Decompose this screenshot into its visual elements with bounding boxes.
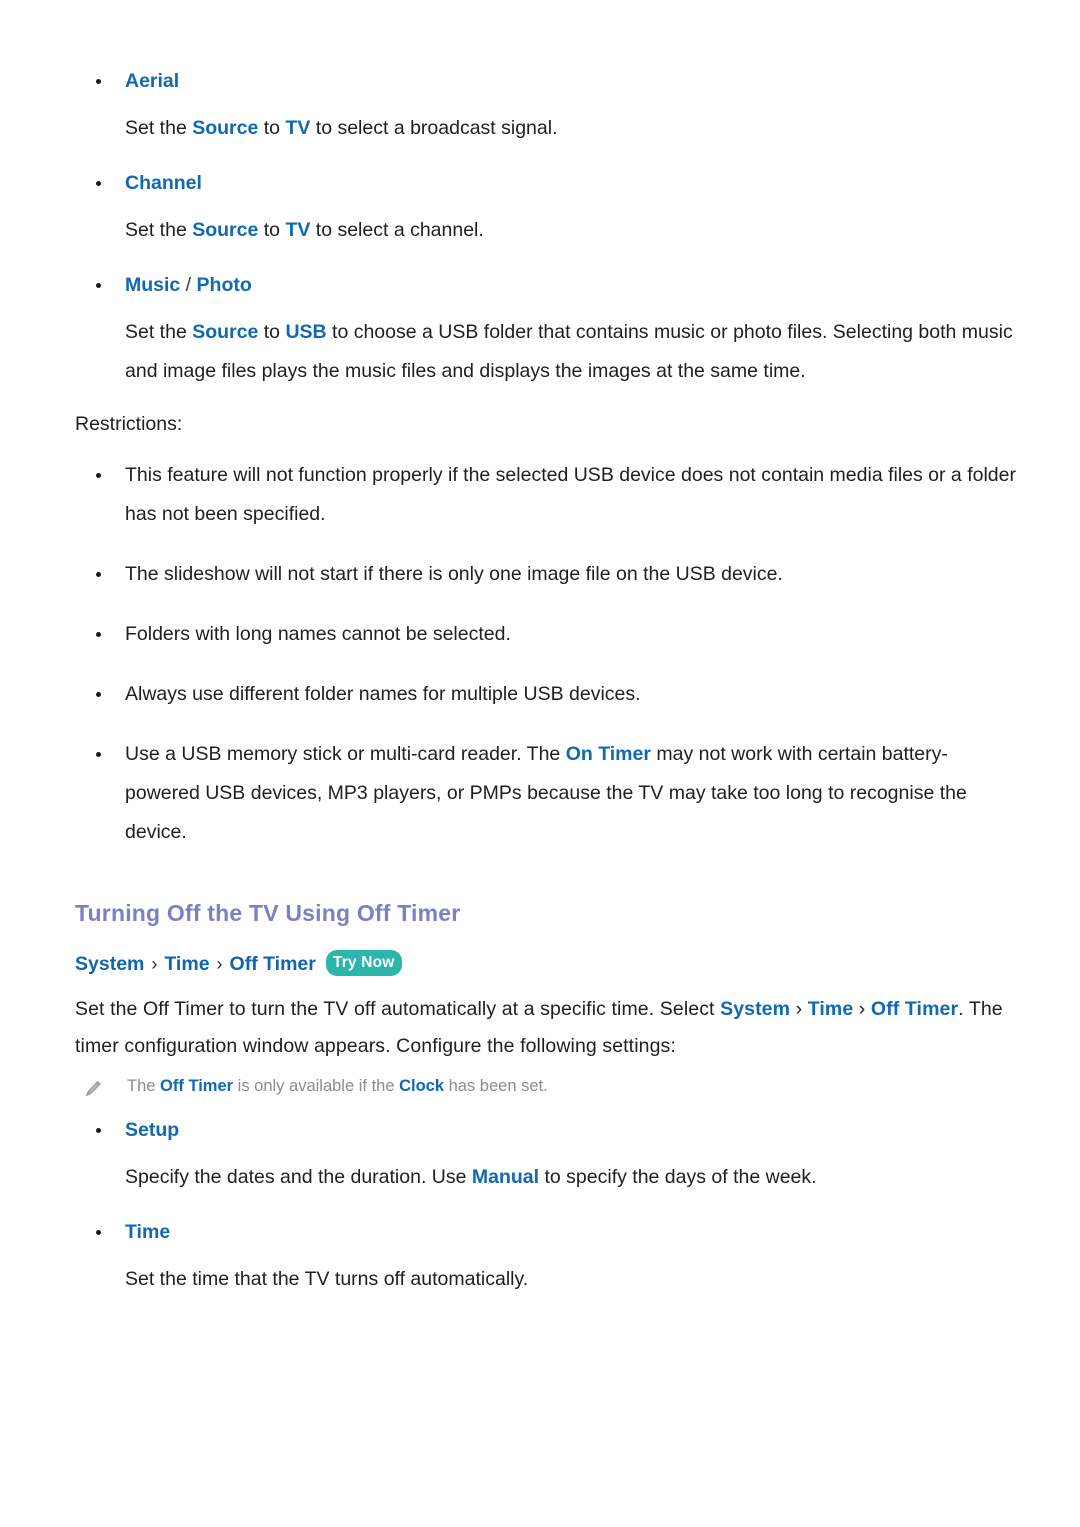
list-item-description: Set the Source to TV to select a broadca… — [125, 109, 1020, 148]
bullet-marker-icon — [96, 1128, 101, 1133]
list-item: Music / Photo — [75, 266, 1020, 305]
breadcrumb-item-time[interactable]: Time — [164, 949, 209, 979]
bullet-marker-icon — [96, 181, 101, 186]
off-timer-settings-list: Setup Specify the dates and the duration.… — [75, 1111, 1020, 1299]
source-options-list: Aerial Set the Source to TV to select a b… — [75, 62, 1020, 391]
list-item: Use a USB memory stick or multi-card rea… — [75, 735, 1020, 852]
list-item: Aerial — [75, 62, 1020, 101]
bullet-marker-icon — [96, 1230, 101, 1235]
breadcrumb-item-system[interactable]: System — [75, 949, 144, 979]
list-item-description-text: to select a broadcast signal. — [310, 117, 558, 139]
list-item-description: Set the time that the TV turns off autom… — [125, 1260, 1020, 1299]
note-term: Clock — [399, 1077, 445, 1095]
list-item-description-term: TV — [285, 117, 311, 139]
list-item-title: Music / Photo — [125, 266, 1020, 305]
pencil-icon — [83, 1079, 103, 1099]
page-title: Turning Off the TV Using Off Timer — [75, 900, 461, 926]
note-text: The Off Timer is only available if the C… — [127, 1073, 548, 1099]
list-item-description-text: to — [258, 117, 286, 139]
restriction-text: Use a USB memory stick or multi-card rea… — [125, 743, 566, 765]
off-timer-intro-term: System — [720, 998, 791, 1020]
list-item: This feature will not function properly … — [75, 456, 1020, 534]
list-item-description-term: Source — [192, 219, 259, 241]
off-timer-intro-term: Time — [807, 998, 854, 1020]
list-item: Always use different folder names for mu… — [75, 675, 1020, 714]
note-text: is only available if the — [233, 1077, 400, 1095]
breadcrumb-chevron-icon: › — [216, 954, 223, 974]
bullet-marker-icon — [96, 632, 101, 637]
list-item-title: Time — [125, 1213, 1020, 1252]
list-item-title-term: Time — [125, 1221, 171, 1243]
off-timer-intro-text: Set the Off Timer to turn the TV off aut… — [75, 998, 721, 1020]
bullet-marker-icon — [96, 473, 101, 478]
restriction-text: Folders with long names cannot be select… — [125, 623, 511, 645]
list-item-description-text: to — [258, 321, 286, 343]
list-item-title-term: Aerial — [125, 70, 180, 92]
list-item-description-term: Manual — [471, 1166, 540, 1188]
note-text: The — [127, 1077, 161, 1095]
list-item-title: Aerial — [125, 62, 1020, 101]
list-item-description-term: Source — [192, 117, 259, 139]
off-timer-intro-term: Off Timer — [870, 998, 959, 1020]
list-item-description-term: TV — [285, 219, 311, 241]
breadcrumb-item-off-timer[interactable]: Off Timer — [230, 949, 316, 979]
list-item-description-text: Set the time that the TV turns off autom… — [125, 1268, 529, 1290]
breadcrumb-chevron-icon: › — [151, 954, 158, 974]
bullet-marker-icon — [96, 572, 101, 577]
list-item-description-text: to specify the days of the week. — [539, 1166, 817, 1188]
breadcrumb: System › Time › Off Timer Try Now — [75, 949, 1020, 979]
note-row: The Off Timer is only available if the C… — [83, 1073, 1020, 1099]
list-item-description-text: Set the — [125, 117, 193, 139]
list-item-description-term: Source — [192, 321, 259, 343]
off-timer-intro-paragraph: Set the Off Timer to turn the TV off aut… — [75, 991, 1020, 1065]
list-item-title-term: Setup — [125, 1119, 180, 1141]
list-item-description-text: to select a channel. — [310, 219, 484, 241]
restriction-text: This feature will not function properly … — [125, 464, 1016, 525]
list-item: Time — [75, 1213, 1020, 1252]
restriction-text: Always use different folder names for mu… — [125, 683, 641, 705]
list-item: The slideshow will not start if there is… — [75, 555, 1020, 594]
list-item: Folders with long names cannot be select… — [75, 615, 1020, 654]
list-item-description-text: Specify the dates and the duration. Use — [125, 1166, 472, 1188]
document-page: Aerial Set the Source to TV to select a b… — [0, 0, 1080, 1527]
list-item-description: Set the Source to TV to select a channel… — [125, 211, 1020, 250]
list-item-title-term: Music — [125, 274, 181, 296]
list-item-description-text: Set the — [125, 321, 193, 343]
list-item-title-term: Channel — [125, 172, 202, 194]
list-item-description: Set the Source to USB to choose a USB fo… — [125, 313, 1020, 391]
list-item-title: Channel — [125, 164, 1020, 203]
list-item-description-text: to — [258, 219, 286, 241]
try-now-badge[interactable]: Try Now — [325, 949, 402, 977]
off-timer-intro-chevron: › — [790, 998, 808, 1020]
bullet-marker-icon — [96, 79, 101, 84]
list-item-description: Specify the dates and the duration. Use … — [125, 1158, 1020, 1197]
list-item-title-separator: / — [180, 274, 197, 296]
list-item-description-text: Set the — [125, 219, 193, 241]
list-item-title-term: Photo — [196, 274, 252, 296]
restrictions-label: Restrictions: — [75, 413, 183, 435]
restriction-text: The slideshow will not start if there is… — [125, 563, 783, 585]
note-text: has been set. — [444, 1077, 548, 1095]
restriction-term: On Timer — [565, 743, 651, 765]
bullet-marker-icon — [96, 752, 101, 757]
off-timer-intro-chevron: › — [853, 998, 871, 1020]
bullet-marker-icon — [96, 692, 101, 697]
bullet-marker-icon — [96, 283, 101, 288]
list-item: Channel — [75, 164, 1020, 203]
restrictions-list: This feature will not function properly … — [75, 456, 1020, 852]
list-item-title: Setup — [125, 1111, 1020, 1150]
list-item-description-term: USB — [285, 321, 327, 343]
note-term: Off Timer — [160, 1077, 234, 1095]
list-item: Setup — [75, 1111, 1020, 1150]
